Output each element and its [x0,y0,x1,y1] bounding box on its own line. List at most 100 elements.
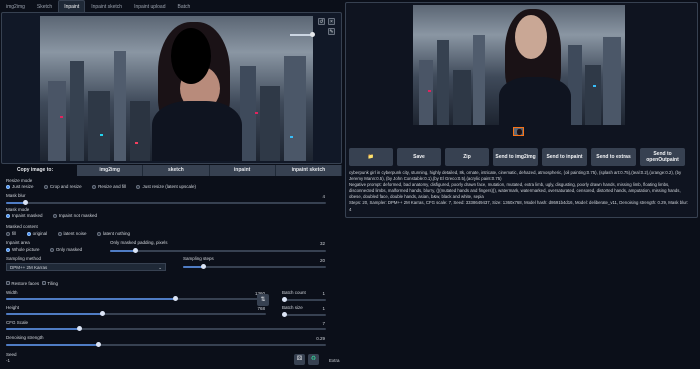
mask-mode-inpaint-masked[interactable]: Inpaint masked [6,213,43,218]
restore-faces-checkbox[interactable]: Restore faces [6,281,39,287]
batch-count-slider[interactable] [282,297,326,302]
output-thumbnail[interactable] [513,127,524,136]
denoising-value[interactable]: 0.29 [300,336,325,341]
send-to-openoutpaint-button[interactable]: Send to openOutpaint [640,148,685,166]
inpaint-area-radios: Whole picture Only masked [6,247,106,254]
dice-icon[interactable]: ⚄ [294,354,305,365]
building [284,56,306,161]
neon-light [135,142,138,144]
radio-dot [92,184,97,189]
sampling-method-select[interactable]: DPM++ 2M Karras ⌄ [6,263,166,271]
cfg-scale-slider[interactable] [6,326,326,331]
undo-icon[interactable]: ↺ [318,18,325,25]
denoising-slider[interactable] [6,342,326,347]
width-slider[interactable] [6,296,266,301]
masked-content-radios: fill original latent noise latent nothin… [6,231,336,238]
sampling-steps-value[interactable]: 20 [300,258,325,263]
slider-knob[interactable] [133,248,139,253]
height-value[interactable]: 768 [240,306,265,311]
seed-label: Seed [6,352,17,357]
copy-to-inpaint-sketch-button[interactable]: inpaint sketch [275,164,342,176]
generation-info: cyberpunk girl in cyberpunk city, stunni… [349,170,689,213]
radio-dot [43,184,48,189]
batch-count-value[interactable]: 1 [300,291,325,296]
height-slider[interactable] [6,311,266,316]
cfg-scale-value[interactable]: 7 [300,321,325,326]
slider-fill [110,250,136,252]
building [48,81,66,161]
copy-to-img2img-button[interactable]: img2img [77,164,144,176]
masked-content-latent-nothing[interactable]: latent nothing [96,231,130,236]
building [585,65,601,125]
resize-latent-upscale[interactable]: Just resize (latent upscale) [136,184,196,189]
neon-light [593,85,596,87]
mask-mode-label: Mask mode [6,207,30,212]
checkbox-box [42,281,46,285]
zip-button[interactable]: Zip [445,148,489,166]
resize-just-resize[interactable]: Just resize [6,184,34,189]
slider-knob[interactable] [172,296,178,301]
slider-knob[interactable] [200,264,206,269]
slider-knob[interactable] [22,200,28,205]
copy-to-sketch-button[interactable]: sketch [143,164,210,176]
radio-label: latent noise [63,231,87,236]
masked-content-latent-noise[interactable]: latent noise [57,231,87,236]
only-masked-padding-slider[interactable] [110,248,326,253]
radio-label: Inpaint masked [12,213,43,218]
pen-icon[interactable]: ✎ [328,28,335,35]
resize-and-fill[interactable]: Resize and fill [92,184,126,189]
slider-knob[interactable] [282,297,287,302]
seed-input[interactable]: -1 [6,358,10,363]
output-image[interactable] [413,5,625,125]
resize-crop-and-resize[interactable]: Crop and resize [43,184,82,189]
neon-light [100,134,103,136]
radio-label: Just resize [12,184,34,189]
radio-dot [136,184,141,189]
tiling-checkbox[interactable]: Tiling [42,281,58,287]
sampling-method-label: Sampling method [6,256,42,261]
building [88,91,110,161]
generation-prompt: cyberpunk girl in cyberpunk city, stunni… [349,170,682,182]
masked-content-original[interactable]: original [26,231,47,236]
slider-knob[interactable] [282,312,287,317]
send-to-inpaint-button[interactable]: Send to inpaint [542,148,587,166]
open-folder-button[interactable]: 📁 [349,148,393,166]
only-masked-padding-value[interactable]: 32 [300,241,325,246]
slider-knob[interactable] [96,342,102,347]
swap-dimensions-button[interactable]: ⇅ [257,294,269,306]
copy-image-to-bar: Copy image to: img2img sketch inpaint in… [1,164,342,176]
building [240,66,256,161]
width-label: Width [6,290,18,295]
slider-knob[interactable] [77,326,83,331]
send-to-img2img-button[interactable]: Send to img2img [493,148,538,166]
brush-size-knob[interactable] [310,32,315,37]
sampling-steps-slider[interactable] [183,264,326,269]
building [437,40,449,125]
building [603,37,621,125]
slider-fill [6,298,175,300]
batch-size-slider[interactable] [282,312,326,317]
reset-icon[interactable]: × [328,18,335,25]
neon-light [255,112,258,114]
masked-content-fill[interactable]: fill [6,231,16,236]
folder-icon: 📁 [367,154,375,160]
batch-size-value[interactable]: 1 [300,306,325,311]
copy-image-to-label: Copy image to: [17,167,54,173]
inpaint-area-whole-picture[interactable]: Whole picture [6,247,40,252]
extra-label: Extra [329,358,340,363]
mask-mode-inpaint-not-masked[interactable]: Inpaint not masked [52,213,97,218]
building [473,35,485,125]
inpaint-canvas[interactable] [40,16,313,161]
slider-knob[interactable] [99,311,105,316]
save-button[interactable]: Save [397,148,441,166]
cfg-scale-label: CFG Scale [6,320,29,325]
building [419,60,433,125]
building [260,86,280,161]
mask-blur-value[interactable]: 4 [300,194,325,199]
recycle-icon[interactable]: ♻ [308,354,319,365]
copy-to-inpaint-button[interactable]: inpaint [209,164,276,176]
radio-dot [26,231,31,236]
send-to-extras-button[interactable]: Send to extras [591,148,636,166]
inpaint-area-only-masked[interactable]: Only masked [49,247,82,252]
mask-blur-slider[interactable] [6,200,326,205]
